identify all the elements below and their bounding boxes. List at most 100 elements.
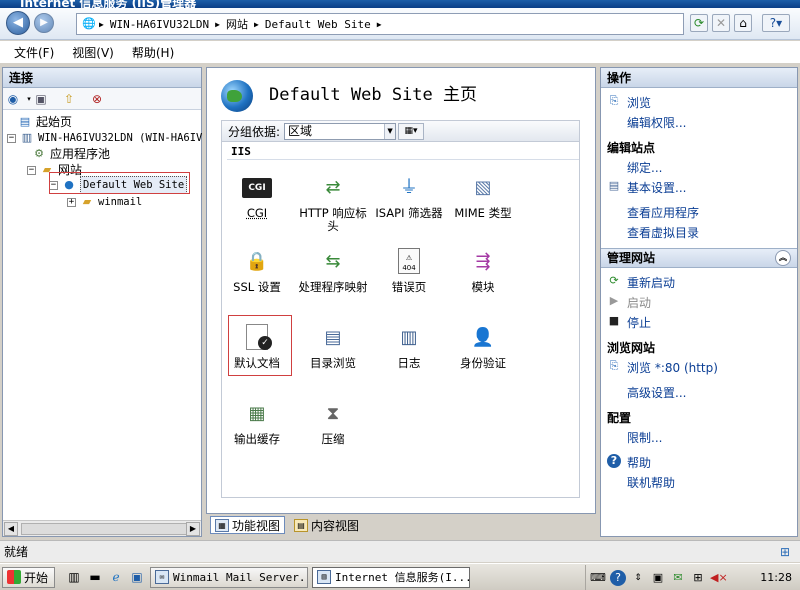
clock[interactable]: 11:28 <box>760 571 792 584</box>
action-advanced-settings[interactable]: 高级设置... <box>627 384 686 401</box>
tree-item-server[interactable]: − ▥ WIN-HA6IVU32LDN (WIN-HA6IV <box>7 130 202 146</box>
server-manager-icon[interactable]: ▥ <box>65 568 83 586</box>
feature-logging[interactable]: ▥ 日志 <box>371 322 447 370</box>
chevron-right-icon: ▶ <box>254 19 259 29</box>
action-view-applications[interactable]: 查看应用程序 <box>627 204 699 221</box>
home-icon[interactable]: ⌂ <box>734 14 752 32</box>
menu-bar: 文件(F) 视图(V) 帮助(H) <box>0 41 800 63</box>
feature-authentication[interactable]: 👤 身份验证 <box>445 322 521 370</box>
vmware-icon[interactable]: ▣ <box>650 570 666 586</box>
save-icon[interactable]: ▣ <box>33 91 49 107</box>
tree-item-app-pools[interactable]: ⚙ 应用程序池 <box>31 146 110 162</box>
help-icon[interactable]: ?▾ <box>762 14 790 32</box>
breadcrumb-site[interactable]: Default Web Site <box>265 18 371 31</box>
quick-launch-icon[interactable]: ▣ <box>128 568 146 586</box>
feature-cgi[interactable]: CGI CGI <box>219 172 295 220</box>
highlight-box <box>228 315 292 376</box>
address-bar[interactable]: 🌐 ▶ WIN-HA6IVU32LDN ▶ 网站 ▶ Default Web S… <box>76 13 684 35</box>
help-tray-icon[interactable]: ? <box>610 569 626 586</box>
globe-icon: 🌐 <box>82 17 96 30</box>
menu-view[interactable]: 视图(V) <box>72 44 114 61</box>
collapse-icon[interactable]: − <box>27 165 36 175</box>
feature-error-pages[interactable]: ⚠ 404 错误页 <box>371 246 447 294</box>
network-icon[interactable]: ⊞ <box>690 570 706 586</box>
manage-site-header: 管理网站 ︽ <box>601 248 797 268</box>
delete-connection-icon[interactable]: ⊗ <box>89 91 105 107</box>
section-header-iis: IIS <box>231 145 251 158</box>
refresh-icon[interactable]: ⟳ <box>690 14 708 32</box>
action-online-help[interactable]: 联机帮助 <box>627 474 675 491</box>
feature-http-response-headers[interactable]: ⇄ HTTP 响应标头 <box>295 172 371 233</box>
section-edit-site: 编辑站点 <box>607 141 656 155</box>
menu-help[interactable]: 帮助(H) <box>132 44 174 61</box>
action-edit-permissions[interactable]: 编辑权限... <box>627 114 686 131</box>
tree-item-start-page[interactable]: ▤ 起始页 <box>17 114 72 130</box>
stop-icon[interactable]: ✕ <box>712 14 730 32</box>
forward-button[interactable]: ▶ <box>34 13 54 33</box>
action-limits[interactable]: 限制... <box>627 429 662 446</box>
expand-icon[interactable]: + <box>67 197 76 207</box>
tab-content-view[interactable]: ▤ 内容视图 <box>289 516 364 534</box>
action-browse-port[interactable]: 浏览 *:80 (http) <box>627 359 718 376</box>
feature-mime-types[interactable]: ▧ MIME 类型 <box>445 172 521 220</box>
menu-file[interactable]: 文件(F) <box>14 44 54 61</box>
breadcrumb-sites[interactable]: 网站 <box>226 16 248 32</box>
mail-tray-icon[interactable]: ✉ <box>670 570 686 586</box>
action-help[interactable]: 帮助 <box>627 454 651 471</box>
horizontal-scrollbar[interactable]: ◀ ▶ <box>3 520 201 536</box>
collapse-icon[interactable]: − <box>7 133 16 143</box>
window-title: Internet 信息服务 (IIS)管理器 <box>20 0 197 8</box>
action-basic-settings[interactable]: 基本设置... <box>627 179 686 196</box>
show-desktop-icon[interactable]: ▬ <box>86 568 104 586</box>
scroll-thumb[interactable] <box>21 523 191 535</box>
chevron-up-down-icon[interactable]: ⇕ <box>630 570 646 586</box>
browse-icon: ⎘ <box>609 359 619 372</box>
isapi-filters-icon: ⏚ <box>400 177 418 198</box>
action-view-virtual-directories[interactable]: 查看虚拟目录 <box>627 224 699 241</box>
action-start[interactable]: 启动 <box>627 294 651 311</box>
connections-header: 连接 <box>3 68 201 88</box>
feature-handler-mappings[interactable]: ⇆ 处理程序映射 <box>295 246 371 294</box>
up-folder-icon[interactable]: ⇧ <box>61 91 77 107</box>
internet-explorer-icon[interactable]: ℯ <box>107 568 125 586</box>
task-iis-manager[interactable]: ▥ Internet 信息服务(I... <box>312 566 471 588</box>
feature-isapi-filters[interactable]: ⏚ ISAPI 筛选器 <box>371 172 447 220</box>
server-icon: ▥ <box>21 131 33 144</box>
breadcrumb-server[interactable]: WIN-HA6IVU32LDN <box>110 18 209 31</box>
feature-modules[interactable]: ⇶ 模块 <box>445 246 521 294</box>
browse-icon: ⎘ <box>609 94 619 107</box>
actions-header: 操作 <box>601 68 797 88</box>
group-by-label: 分组依据: <box>228 124 281 139</box>
action-stop[interactable]: 停止 <box>627 314 651 331</box>
volume-muted-icon[interactable]: ◀× <box>710 570 728 586</box>
directory-browsing-icon: ▤ <box>324 327 342 348</box>
start-button[interactable]: 开始 <box>2 566 56 588</box>
connect-icon[interactable]: ◉ <box>5 91 21 107</box>
start-page-icon: ▤ <box>19 115 31 128</box>
group-by-select[interactable]: 区域 ▼ <box>284 122 397 140</box>
collapse-icon[interactable]: ︽ <box>775 250 791 266</box>
feature-directory-browsing[interactable]: ▤ 目录浏览 <box>295 322 371 370</box>
stop-icon: ■ <box>608 314 620 327</box>
feature-compression[interactable]: ⧗ 压缩 <box>295 398 371 446</box>
chevron-right-icon: ▶ <box>376 19 382 29</box>
action-bindings[interactable]: 绑定... <box>627 159 662 176</box>
status-bar: 就绪 ⊞ <box>0 540 800 562</box>
scroll-right-icon[interactable]: ▶ <box>186 522 200 536</box>
chevron-down-icon: ▼ <box>384 123 396 139</box>
section-configure: 配置 <box>607 411 632 425</box>
feature-ssl-settings[interactable]: 🔒 SSL 设置 <box>219 246 295 294</box>
status-text: 就绪 <box>4 545 29 559</box>
tab-features-view[interactable]: ▦ 功能视图 <box>210 516 286 534</box>
back-button[interactable]: ◀ <box>6 11 30 35</box>
action-restart[interactable]: 重新启动 <box>627 274 675 291</box>
task-winmail[interactable]: ✉ Winmail Mail Server... <box>150 566 309 588</box>
action-browse[interactable]: 浏览 <box>627 94 651 111</box>
scroll-left-icon[interactable]: ◀ <box>4 522 18 536</box>
keyboard-icon[interactable]: ⌨ <box>590 570 606 586</box>
ssl-lock-icon: 🔒 <box>245 251 269 272</box>
app-pool-icon: ⚙ <box>34 147 44 160</box>
view-mode-button[interactable]: ▦▾ <box>398 122 425 140</box>
feature-output-caching[interactable]: ▦ 输出缓存 <box>219 398 295 446</box>
tree-item-winmail[interactable]: + ▰ winmail <box>67 194 142 210</box>
